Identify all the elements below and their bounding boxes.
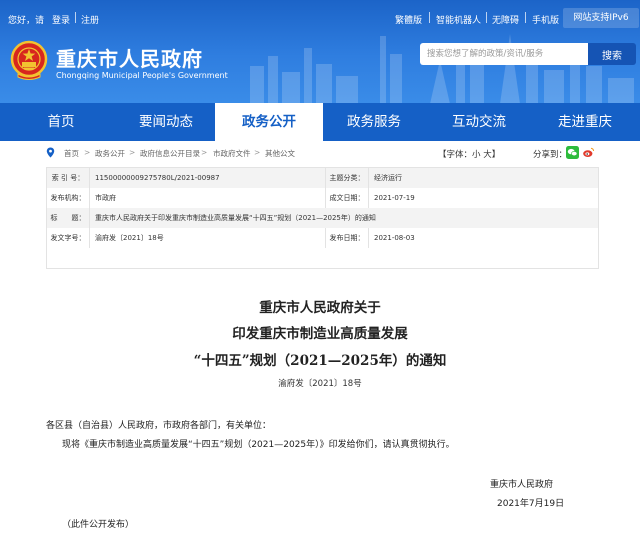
article-title-line-3: “十四五”规划（2021—2025年）的通知: [193, 353, 447, 369]
ipv6-support-badge: 网站支持IPv6: [563, 8, 639, 28]
breadcrumb-home[interactable]: 首页: [64, 148, 79, 159]
article-body-paragraph: 现将《重庆市制造业高质量发展“十四五”规划（2021—2025年）》印发给你们，…: [62, 440, 455, 450]
nav-item-home[interactable]: 首页: [0, 103, 122, 141]
divider: [486, 12, 487, 23]
topic-category-value: 经济运行: [374, 174, 402, 182]
issuer-label: 发布机构：: [50, 194, 86, 202]
font-large-button[interactable]: 大: [483, 150, 492, 160]
document-number-label: 发文字号：: [50, 234, 86, 242]
nav-item-interaction[interactable]: 互动交流: [425, 103, 533, 141]
nav-item-about-chongqing[interactable]: 走进重庆: [530, 103, 640, 141]
article-title-line-1: 重庆市人民政府关于: [259, 300, 381, 316]
document-metadata-table: 索 引 号： 11500000009275780L/2021-00987 主题分…: [46, 167, 599, 269]
accessibility-link[interactable]: 无障碍: [492, 13, 519, 26]
article-publication-note: （此件公开发布）: [62, 520, 135, 530]
article-title-line-2: 印发重庆市制造业高质量发展: [232, 326, 408, 342]
nav-item-gov-services[interactable]: 政务服务: [318, 103, 430, 141]
share-label: 分享到：: [533, 150, 568, 160]
breadcrumb-other-documents[interactable]: 其他公文: [265, 148, 295, 159]
title-label: 标 题：: [50, 214, 86, 222]
login-link[interactable]: 登录: [52, 13, 70, 26]
register-link[interactable]: 注册: [81, 13, 99, 26]
breadcrumb-separator: >: [129, 148, 136, 157]
table-row: 索 引 号： 11500000009275780L/2021-00987 主题分…: [47, 168, 598, 188]
search-input[interactable]: [420, 43, 588, 65]
document-number-value: 渝府发〔2021〕18号: [95, 234, 164, 242]
article-date: 2021年7月19日: [497, 499, 565, 509]
location-pin-icon: [46, 147, 55, 158]
topic-category-label: 主题分类：: [329, 174, 365, 182]
search-button[interactable]: 搜索: [588, 43, 636, 65]
main-navigation: 首页 要闻动态 政务公开 政务服务 互动交流 走进重庆: [0, 103, 640, 141]
weibo-share-icon[interactable]: [582, 146, 595, 159]
breadcrumb-separator: >: [201, 148, 208, 157]
nav-item-gov-affairs-open[interactable]: 政务公开: [215, 103, 323, 141]
traditional-chinese-link[interactable]: 繁體版: [395, 13, 422, 26]
written-date-label: 成文日期：: [329, 194, 365, 202]
article-salutation: 各区县（自治县）人民政府，市政府各部门，有关单位：: [46, 421, 272, 431]
font-size-control: 【字体：小 大】: [438, 148, 500, 160]
title-value: 重庆市人民政府关于印发重庆市制造业高质量发展“十四五”规划（2021—2025年…: [95, 214, 376, 222]
breadcrumb-municipal-documents[interactable]: 市政府文件: [213, 148, 251, 159]
robot-service-link[interactable]: 智能机器人: [436, 13, 481, 26]
table-row: 发文字号： 渝府发〔2021〕18号 发布日期： 2021-08-03: [47, 228, 598, 248]
index-number-label: 索 引 号：: [51, 174, 85, 182]
font-size-label-end: 】: [491, 150, 501, 160]
written-date-value: 2021-07-19: [374, 194, 415, 202]
font-small-button[interactable]: 小: [472, 150, 481, 160]
wechat-share-icon[interactable]: [566, 146, 579, 159]
divider: [429, 12, 430, 23]
site-header: 您好，请 登录 注册 繁體版 智能机器人 无障碍 手机版 网站支持IPv6 重庆…: [0, 0, 640, 103]
publish-date-value: 2021-08-03: [374, 234, 415, 242]
table-row: 发布机构： 市政府 成文日期： 2021-07-19: [47, 188, 598, 208]
site-title: 重庆市人民政府: [56, 47, 203, 71]
nav-item-news[interactable]: 要闻动态: [105, 103, 227, 141]
site-title-english: Chongqing Municipal People's Government: [56, 71, 228, 80]
divider: [75, 12, 76, 23]
font-size-label: 【字体：: [438, 150, 473, 160]
breadcrumb-separator: >: [84, 148, 91, 157]
article-document-number: 渝府发〔2021〕18号: [278, 379, 362, 389]
divider: [525, 12, 526, 23]
mobile-version-link[interactable]: 手机版: [532, 13, 559, 26]
breadcrumb-separator: >: [254, 148, 261, 157]
index-number-value: 11500000009275780L/2021-00987: [95, 174, 220, 182]
top-utility-bar: 您好，请 登录 注册 繁體版 智能机器人 无障碍 手机版 网站支持IPv6: [0, 0, 640, 36]
table-row: 标 题： 重庆市人民政府关于印发重庆市制造业高质量发展“十四五”规划（2021—…: [47, 208, 598, 228]
breadcrumb-info-catalog[interactable]: 政府信息公开目录: [140, 148, 200, 159]
greeting-text: 您好，请: [8, 16, 45, 26]
national-emblem-icon: [10, 40, 48, 80]
publish-date-label: 发布日期：: [329, 234, 365, 242]
breadcrumb-gov-affairs-open[interactable]: 政务公开: [95, 148, 125, 159]
issuer-value: 市政府: [95, 194, 116, 202]
article-signature: 重庆市人民政府: [490, 480, 554, 490]
